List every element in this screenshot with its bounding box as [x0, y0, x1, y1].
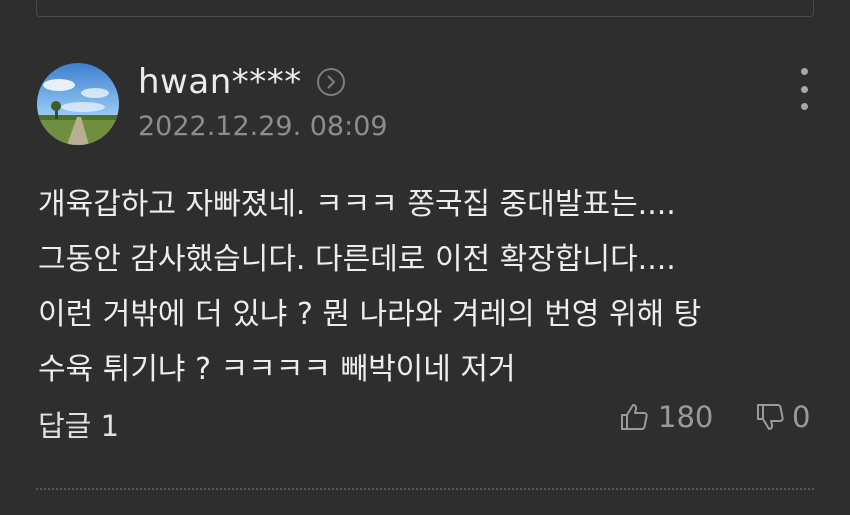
comment-body: 개육갑하고 자빠졌네. ㅋㅋㅋ 쫑국집 중대발표는.... 그동안 감사했습니다… — [38, 177, 818, 397]
thumbs-down-icon — [757, 404, 784, 430]
previous-comment-box — [36, 0, 814, 17]
dislike-button[interactable]: 0 — [754, 400, 810, 434]
divider — [36, 488, 814, 490]
comment-line: 그동안 감사했습니다. 다른데로 이전 확장합니다.... — [38, 242, 676, 277]
comment-line: 개육갑하고 자빠졌네. ㅋㅋㅋ 쫑국집 중대발표는.... — [38, 187, 676, 222]
like-count: 180 — [658, 400, 714, 434]
comment-line: 수육 튀기냐 ? ㅋㅋㅋㅋ 빼박이네 저거 — [38, 352, 516, 387]
dislike-count: 0 — [792, 400, 811, 434]
avatar[interactable] — [37, 63, 119, 145]
like-button[interactable]: 180 — [618, 400, 713, 434]
reply-button[interactable]: 답글 1 — [38, 403, 119, 445]
comment-author[interactable]: hwan**** — [138, 62, 302, 102]
avatar-image — [37, 63, 119, 145]
more-vertical-icon[interactable] — [793, 68, 815, 110]
chevron-right-circle-icon[interactable] — [316, 67, 346, 97]
thumbs-up-icon — [621, 404, 648, 430]
comment-date: 2022.12.29. 08:09 — [138, 111, 388, 142]
comment-line: 이런 거밖에 더 있냐 ? 뭔 나라와 겨레의 번영 위해 탕 — [38, 297, 702, 332]
comment-page: hwan**** 2022.12.29. 08:09 개육갑하고 자빠졌네. ㅋ… — [0, 0, 850, 515]
